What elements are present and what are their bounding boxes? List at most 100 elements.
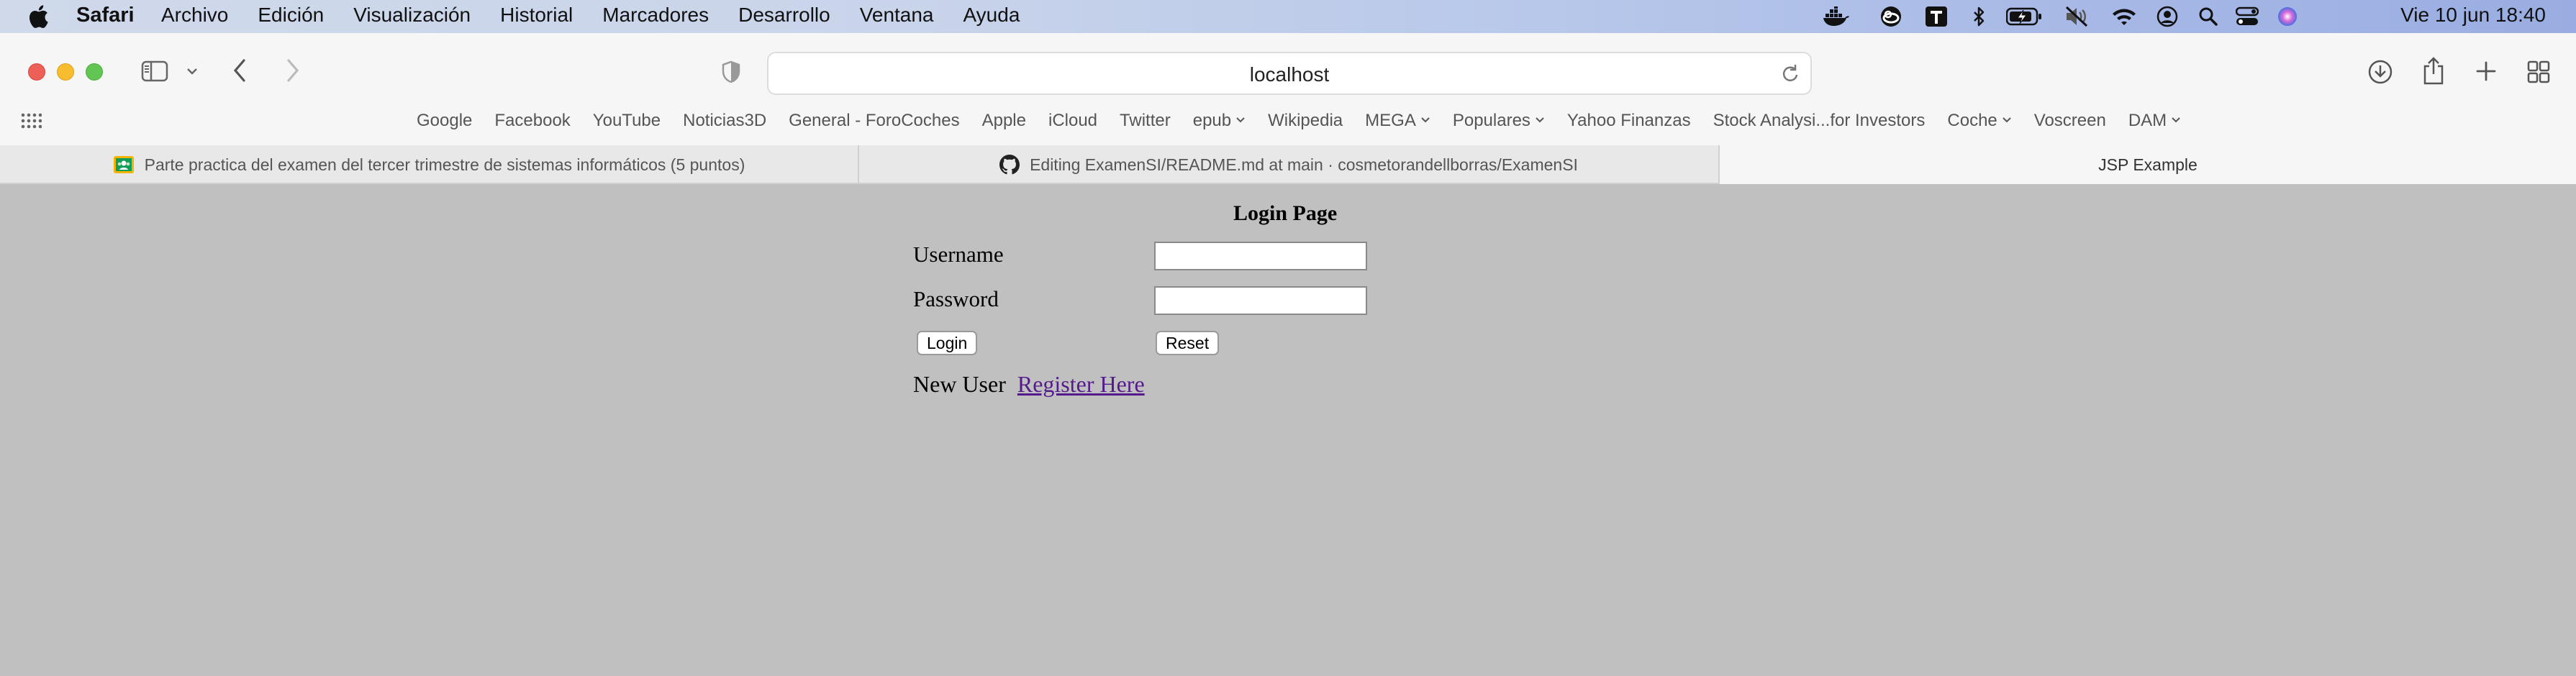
new-user-text: New User (913, 371, 1006, 397)
menu-marcadores[interactable]: Marcadores (602, 4, 709, 27)
tab-bar: Parte practica del examen del tercer tri… (0, 145, 2576, 184)
chevron-down-icon[interactable] (186, 66, 199, 76)
typora-icon[interactable] (1924, 6, 1949, 27)
favorite-mega[interactable]: MEGA (1365, 111, 1430, 131)
url-text[interactable]: localhost (768, 63, 1810, 86)
battery-icon[interactable] (2006, 6, 2042, 27)
tab-title: JSP Example (2098, 155, 2198, 174)
chevron-down-icon (1235, 114, 1246, 127)
menu-edicion[interactable]: Edición (258, 4, 324, 27)
favorite-stock-analysi-for-investors[interactable]: Stock Analysi...for Investors (1713, 111, 1926, 131)
bluetooth-icon[interactable] (1970, 6, 1987, 27)
login-button[interactable]: Login (917, 331, 978, 355)
user-icon[interactable] (2156, 6, 2179, 27)
favorite-label: Yahoo Finanzas (1566, 111, 1691, 130)
password-input[interactable] (1154, 286, 1367, 315)
wifi-icon[interactable] (2111, 6, 2137, 27)
share-icon[interactable] (2422, 56, 2445, 85)
reset-button[interactable]: Reset (1156, 331, 1220, 355)
favorites-grid-icon[interactable] (20, 112, 42, 131)
classroom-icon (113, 155, 135, 174)
favorite-label: Twitter (1120, 111, 1171, 130)
favorite-label: iCloud (1048, 111, 1098, 130)
menu-ayuda[interactable]: Ayuda (963, 4, 1020, 27)
menu-archivo[interactable]: Archivo (161, 4, 228, 27)
tab-github-editing[interactable]: Editing ExamenSI/README.md at main · cos… (859, 145, 1720, 184)
reload-icon[interactable] (1782, 63, 1800, 83)
favorite-voscreen[interactable]: Voscreen (2034, 111, 2106, 131)
app-name-menu[interactable]: Safari (76, 4, 135, 27)
menu-ventana[interactable]: Ventana (860, 4, 934, 27)
chevron-down-icon (2171, 114, 2181, 127)
menu-bar: Safari Archivo Edición Visualización His… (0, 0, 2576, 33)
tab-overview-icon[interactable] (2527, 60, 2550, 83)
spotlight-icon[interactable] (2198, 6, 2219, 27)
favorite-youtube[interactable]: YouTube (593, 111, 661, 131)
control-center-icon[interactable] (2235, 6, 2259, 27)
favorite-twitter[interactable]: Twitter (1120, 111, 1171, 131)
docker-icon[interactable] (1822, 6, 1851, 27)
menu-list: Archivo Edición Visualización Historial … (161, 4, 1049, 27)
favorite-label: Wikipedia (1268, 111, 1343, 130)
favorite-apple[interactable]: Apple (982, 111, 1026, 131)
password-label: Password (913, 286, 999, 311)
favorite-noticias3d[interactable]: Noticias3D (683, 111, 766, 131)
favorite-google[interactable]: Google (417, 111, 472, 131)
mute-icon[interactable] (2062, 6, 2091, 27)
new-user-line: New User Register Here (913, 371, 1145, 398)
chevron-down-icon (1420, 114, 1430, 127)
menu-desarrollo[interactable]: Desarrollo (738, 4, 830, 27)
favorite-label: epub (1192, 111, 1232, 130)
favorite-label: DAM (2128, 111, 2167, 130)
tab-jsp-example[interactable]: JSP Example (1720, 145, 2576, 184)
favorite-dam[interactable]: DAM (2128, 111, 2181, 131)
favorite-label: Noticias3D (683, 111, 767, 130)
page-title: Login Page (1233, 201, 1338, 225)
new-tab-icon[interactable] (2475, 60, 2497, 82)
username-input[interactable] (1154, 242, 1367, 270)
favorite-label: Voscreen (2033, 111, 2106, 130)
privacy-shield-icon[interactable] (721, 60, 741, 83)
favorite-label: Populares (1452, 111, 1530, 130)
sidebar-toggle-icon[interactable] (141, 60, 168, 82)
favorites-list: Google Facebook YouTube Noticias3D General -… (417, 111, 2203, 131)
favorite-wikipedia[interactable]: Wikipedia (1268, 111, 1343, 131)
favorite-label: Apple (981, 111, 1026, 130)
favorite-general-forocoches[interactable]: General - ForoCoches (789, 111, 959, 131)
tab-title: Parte practica del examen del tercer tri… (144, 155, 745, 174)
minimize-window-button[interactable] (57, 63, 74, 81)
zoom-window-button[interactable] (86, 63, 103, 81)
favorite-label: YouTube (592, 111, 661, 130)
favorites-bar: Google Facebook YouTube Noticias3D General -… (0, 106, 2576, 137)
favorite-epub[interactable]: epub (1193, 111, 1246, 131)
chevron-down-icon (1535, 114, 1545, 127)
tab-parte-practica[interactable]: Parte practica del examen del tercer tri… (0, 145, 859, 184)
tab-title: Editing ExamenSI/README.md at main · cos… (1030, 155, 1578, 174)
menu-visualizacion[interactable]: Visualización (353, 4, 471, 27)
favorite-icloud[interactable]: iCloud (1048, 111, 1097, 131)
register-link[interactable]: Register Here (1017, 371, 1145, 397)
favorite-coche[interactable]: Coche (1947, 111, 2011, 131)
close-window-button[interactable] (28, 63, 45, 81)
favorite-label: Google (417, 111, 473, 130)
favorite-facebook[interactable]: Facebook (494, 111, 570, 131)
address-bar[interactable]: localhost (767, 52, 1812, 95)
creative-cloud-icon[interactable] (1877, 6, 1905, 27)
menu-historial[interactable]: Historial (500, 4, 573, 27)
favorite-yahoo-finanzas[interactable]: Yahoo Finanzas (1567, 111, 1691, 131)
chevron-down-icon (2002, 114, 2012, 127)
favorite-label: Facebook (494, 111, 571, 130)
apple-menu-icon[interactable] (27, 5, 49, 28)
forward-icon (287, 59, 299, 82)
clock[interactable]: Vie 10 jun 18:40 (2400, 4, 2546, 27)
web-page: Login Page Username Password Login Reset… (0, 184, 2576, 676)
favorite-label: Stock Analysi...for Investors (1713, 111, 1926, 130)
siri-icon[interactable] (2277, 6, 2298, 27)
username-label: Username (913, 242, 1004, 267)
favorite-populares[interactable]: Populares (1453, 111, 1545, 131)
github-icon (999, 155, 1020, 175)
favorite-label: General - ForoCoches (789, 111, 960, 130)
downloads-icon[interactable] (2367, 59, 2393, 85)
favorite-label: MEGA (1365, 111, 1416, 130)
back-icon[interactable] (232, 58, 248, 83)
